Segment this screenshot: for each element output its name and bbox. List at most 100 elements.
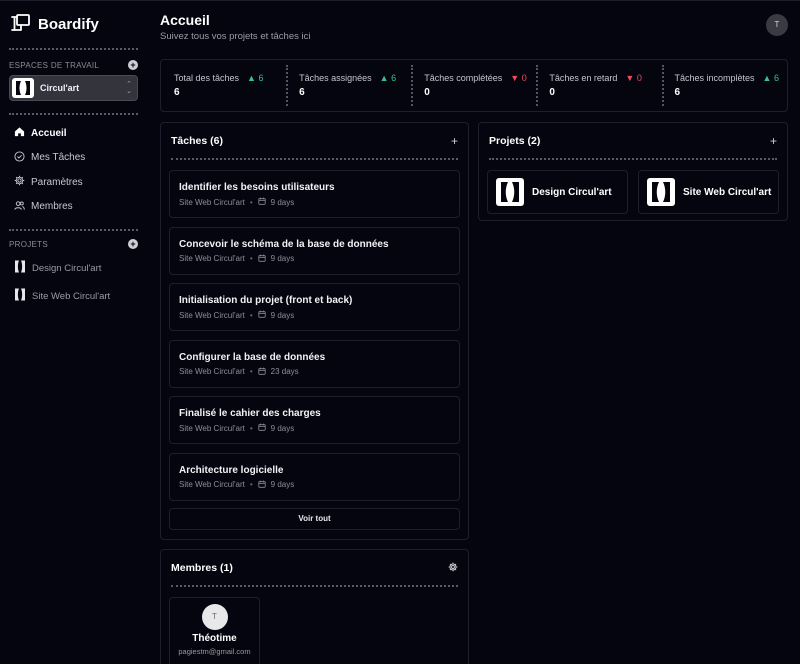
stat-total: Total des tâches ▲ 6 6: [161, 60, 286, 111]
projects-label: PROJETS: [9, 239, 48, 249]
main-nav: Accueil Mes Tâches Paramètres Membres: [9, 121, 138, 219]
separator-dot: •: [249, 480, 253, 489]
calendar-icon: [258, 254, 266, 264]
calendar-icon: [258, 423, 266, 433]
page-title: Accueil: [160, 12, 210, 28]
nav-item-label: Mes Tâches: [31, 152, 86, 164]
app-name: Boardify: [38, 15, 99, 33]
calendar-icon: [258, 197, 266, 207]
member-card[interactable]: T Théotime pagiestm@gmail.com: [169, 597, 260, 664]
project-tile-design[interactable]: Design Circul'art: [487, 170, 628, 214]
task-title: Identifier les besoins utilisateurs: [179, 182, 335, 193]
task-title: Concevoir le schéma de la base de donnée…: [179, 238, 389, 250]
workspaces-header: ESPACES DE TRAVAIL +: [9, 58, 138, 72]
stat-label: Tâches incomplètes: [674, 73, 755, 83]
stat-label: Tâches complétées: [424, 73, 503, 83]
dashboard-columns: Tâches (6) + Identifier les besoins util…: [160, 122, 788, 664]
gear-icon[interactable]: [448, 562, 458, 575]
sidebar-project-design[interactable]: Design Circul'art: [9, 254, 138, 282]
see-all-tasks-button[interactable]: Voir tout: [169, 508, 460, 530]
nav-item-accueil[interactable]: Accueil: [9, 121, 138, 146]
stat-delta: ▼ 0: [625, 73, 641, 83]
workspace-select[interactable]: Circul'art ⌃ ⌄: [9, 75, 138, 101]
projects-panel-title: Projets (2): [489, 135, 541, 147]
divider: [171, 585, 458, 587]
stat-incomplete: Tâches incomplètes ▲ 6 6: [661, 60, 788, 111]
nav-item-label: Accueil: [31, 127, 67, 139]
stats-bar: Total des tâches ▲ 6 6 Tâches assignées …: [160, 59, 788, 112]
task-title: Configurer la base de données: [179, 351, 326, 363]
project-logo-icon: [496, 178, 524, 206]
add-workspace-icon[interactable]: +: [128, 60, 138, 70]
task-card[interactable]: Configurer la base de données Site Web C…: [169, 339, 460, 388]
workspaces-label: ESPACES DE TRAVAIL: [9, 60, 100, 70]
stat-delta-value: 6: [258, 73, 264, 83]
stat-label: Tâches en retard: [549, 73, 618, 83]
boardify-logo-icon: [9, 13, 31, 36]
add-project-icon[interactable]: +: [128, 239, 138, 249]
project-tile-site-web[interactable]: Site Web Circul'art: [638, 170, 779, 214]
divider: [489, 158, 777, 160]
task-card[interactable]: Concevoir le schéma de la base de donnée…: [169, 226, 460, 275]
task-due: 23 days: [270, 367, 299, 376]
task-card[interactable]: Identifier les besoins utilisateurs Site…: [169, 170, 460, 218]
task-title: Initialisation du projet (front et back): [179, 295, 353, 306]
task-title: Finalisé le cahier des charges: [179, 408, 321, 419]
divider: [9, 113, 138, 115]
task-project: Site Web Circul'art: [179, 197, 245, 207]
task-project: Site Web Circul'art: [179, 480, 245, 489]
workspace-logo-icon: [12, 78, 34, 98]
stat-delta-value: 0: [636, 73, 642, 83]
arrow-up-icon: ▲: [762, 73, 772, 83]
stat-delta-value: 6: [773, 73, 779, 83]
task-card[interactable]: Finalisé le cahier des charges Site Web …: [169, 396, 460, 444]
arrow-down-icon: ▼: [510, 73, 520, 83]
task-card[interactable]: Initialisation du projet (front et back)…: [169, 283, 460, 331]
nav-item-membres[interactable]: Membres: [9, 195, 138, 220]
stat-delta: ▲ 6: [380, 73, 396, 83]
stat-value: 6: [299, 87, 305, 98]
brand[interactable]: Boardify: [9, 13, 138, 35]
project-logo-icon: [14, 288, 26, 304]
divider: [9, 48, 138, 50]
stat-delta: ▼ 0: [510, 73, 526, 83]
sidebar-project-site-web[interactable]: Site Web Circul'art: [9, 282, 138, 310]
stat-delta-value: 6: [391, 73, 397, 83]
nav-item-mes-taches[interactable]: Mes Tâches: [9, 146, 138, 171]
add-project-icon[interactable]: +: [770, 135, 777, 147]
separator-dot: •: [249, 423, 253, 433]
stat-completed: Tâches complétées ▼ 0 0: [411, 60, 536, 111]
stat-assigned: Tâches assignées ▲ 6 6: [286, 60, 411, 111]
tasks-panel-title: Tâches (6): [171, 135, 223, 147]
arrow-up-icon: ▲: [379, 73, 389, 83]
nav-item-parametres[interactable]: Paramètres: [9, 170, 138, 195]
member-avatar: T: [201, 604, 228, 630]
projects-panel: Projets (2) + Design Circul'art Site Web…: [478, 122, 788, 221]
stat-value: 6: [674, 87, 681, 98]
stat-value: 0: [549, 87, 555, 98]
project-tile-name: Design Circul'art: [532, 186, 612, 198]
task-due: 9 days: [270, 423, 295, 433]
app-root: Boardify ESPACES DE TRAVAIL + Circul'art…: [0, 0, 800, 664]
calendar-icon: [258, 367, 266, 377]
task-project: Site Web Circul'art: [179, 423, 245, 433]
user-avatar[interactable]: T: [766, 14, 788, 36]
sidebar-project-label: Site Web Circul'art: [32, 290, 111, 302]
project-tile-name: Site Web Circul'art: [683, 186, 772, 198]
task-due: 9 days: [270, 310, 295, 320]
divider: [171, 158, 458, 160]
add-task-icon[interactable]: +: [451, 135, 458, 147]
stat-value: 6: [174, 87, 180, 98]
stat-label: Tâches assignées: [299, 73, 372, 83]
left-column: Tâches (6) + Identifier les besoins util…: [160, 122, 469, 664]
task-due: 9 days: [270, 197, 295, 207]
users-icon: [14, 200, 25, 214]
stat-delta-value: 0: [521, 73, 527, 83]
check-circle-icon: [14, 151, 25, 165]
sidebar: Boardify ESPACES DE TRAVAIL + Circul'art…: [0, 1, 148, 664]
task-card[interactable]: Architecture logicielle Site Web Circul'…: [169, 452, 460, 501]
project-logo-icon: [14, 260, 26, 276]
projects-header: PROJETS +: [9, 237, 138, 251]
stat-overdue: Tâches en retard ▼ 0 0: [536, 60, 661, 111]
gear-icon: [14, 175, 25, 189]
